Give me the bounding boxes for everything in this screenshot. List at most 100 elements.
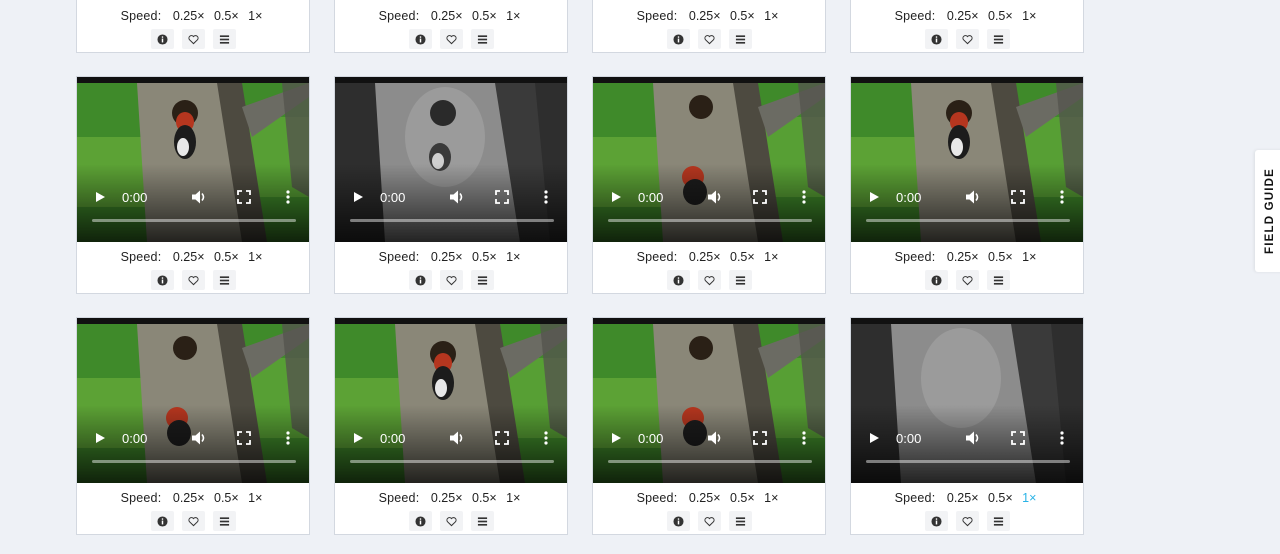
favorite-button[interactable] xyxy=(181,270,205,290)
field-guide-tab[interactable]: FIELD GUIDE xyxy=(1255,150,1280,272)
speed-option-1[interactable]: 1× xyxy=(1022,9,1036,23)
speed-option-0.5[interactable]: 0.5× xyxy=(730,9,755,23)
progress-bar[interactable] xyxy=(350,219,554,222)
speed-option-1[interactable]: 1× xyxy=(248,9,262,23)
info-button[interactable] xyxy=(408,270,432,290)
video-player[interactable]: 0:00 xyxy=(593,77,825,242)
volume-icon[interactable] xyxy=(965,189,981,205)
speed-option-0.5[interactable]: 0.5× xyxy=(214,250,239,264)
volume-icon[interactable] xyxy=(191,189,207,205)
more-options-icon[interactable] xyxy=(544,431,548,445)
speed-option-0.5[interactable]: 0.5× xyxy=(472,250,497,264)
speed-option-0.25[interactable]: 0.25× xyxy=(947,9,979,23)
favorite-button[interactable] xyxy=(439,511,463,531)
speed-option-1[interactable]: 1× xyxy=(506,491,520,505)
info-button[interactable] xyxy=(150,511,174,531)
speed-option-0.5[interactable]: 0.5× xyxy=(730,250,755,264)
favorite-button[interactable] xyxy=(697,511,721,531)
speed-option-1[interactable]: 1× xyxy=(764,250,778,264)
info-button[interactable] xyxy=(666,511,690,531)
volume-icon[interactable] xyxy=(449,189,465,205)
info-button[interactable] xyxy=(666,270,690,290)
play-icon[interactable] xyxy=(94,432,106,444)
speed-option-0.25[interactable]: 0.25× xyxy=(173,9,205,23)
fullscreen-icon[interactable] xyxy=(1011,190,1025,204)
speed-option-1[interactable]: 1× xyxy=(764,491,778,505)
speed-option-0.25[interactable]: 0.25× xyxy=(173,250,205,264)
fullscreen-icon[interactable] xyxy=(495,431,509,445)
speed-option-0.25[interactable]: 0.25× xyxy=(689,9,721,23)
speed-option-0.5[interactable]: 0.5× xyxy=(214,9,239,23)
favorite-button[interactable] xyxy=(439,270,463,290)
speed-option-1[interactable]: 1× xyxy=(1022,250,1036,264)
speed-option-0.5[interactable]: 0.5× xyxy=(730,491,755,505)
favorite-button[interactable] xyxy=(955,270,979,290)
more-options-icon[interactable] xyxy=(1060,431,1064,445)
fullscreen-icon[interactable] xyxy=(495,190,509,204)
fullscreen-icon[interactable] xyxy=(237,190,251,204)
progress-bar[interactable] xyxy=(866,460,1070,463)
info-button[interactable] xyxy=(150,29,174,49)
speed-option-1[interactable]: 1× xyxy=(1022,491,1036,505)
info-button[interactable] xyxy=(666,29,690,49)
favorite-button[interactable] xyxy=(955,511,979,531)
list-button[interactable] xyxy=(728,511,752,531)
list-button[interactable] xyxy=(212,270,236,290)
favorite-button[interactable] xyxy=(955,29,979,49)
progress-bar[interactable] xyxy=(92,219,296,222)
speed-option-1[interactable]: 1× xyxy=(506,9,520,23)
info-button[interactable] xyxy=(924,511,948,531)
speed-option-1[interactable]: 1× xyxy=(248,250,262,264)
video-player[interactable]: 0:00 xyxy=(77,77,309,242)
video-player[interactable]: 0:00 xyxy=(851,77,1083,242)
speed-option-0.25[interactable]: 0.25× xyxy=(689,250,721,264)
list-button[interactable] xyxy=(470,29,494,49)
speed-option-1[interactable]: 1× xyxy=(764,9,778,23)
progress-bar[interactable] xyxy=(350,460,554,463)
favorite-button[interactable] xyxy=(181,29,205,49)
play-icon[interactable] xyxy=(352,432,364,444)
speed-option-1[interactable]: 1× xyxy=(506,250,520,264)
fullscreen-icon[interactable] xyxy=(1011,431,1025,445)
favorite-button[interactable] xyxy=(439,29,463,49)
fullscreen-icon[interactable] xyxy=(237,431,251,445)
more-options-icon[interactable] xyxy=(286,190,290,204)
info-button[interactable] xyxy=(408,511,432,531)
favorite-button[interactable] xyxy=(697,29,721,49)
list-button[interactable] xyxy=(212,29,236,49)
list-button[interactable] xyxy=(728,270,752,290)
video-player[interactable]: 0:00 xyxy=(77,318,309,483)
list-button[interactable] xyxy=(986,270,1010,290)
play-icon[interactable] xyxy=(352,191,364,203)
speed-option-0.5[interactable]: 0.5× xyxy=(988,250,1013,264)
info-button[interactable] xyxy=(408,29,432,49)
volume-icon[interactable] xyxy=(707,430,723,446)
speed-option-0.25[interactable]: 0.25× xyxy=(431,491,463,505)
list-button[interactable] xyxy=(212,511,236,531)
progress-bar[interactable] xyxy=(92,460,296,463)
play-icon[interactable] xyxy=(868,191,880,203)
speed-option-1[interactable]: 1× xyxy=(248,491,262,505)
video-player[interactable]: 0:00 xyxy=(335,318,567,483)
play-icon[interactable] xyxy=(610,191,622,203)
fullscreen-icon[interactable] xyxy=(753,431,767,445)
info-button[interactable] xyxy=(150,270,174,290)
volume-icon[interactable] xyxy=(449,430,465,446)
info-button[interactable] xyxy=(924,270,948,290)
speed-option-0.5[interactable]: 0.5× xyxy=(472,9,497,23)
volume-icon[interactable] xyxy=(707,189,723,205)
favorite-button[interactable] xyxy=(697,270,721,290)
speed-option-0.25[interactable]: 0.25× xyxy=(947,491,979,505)
more-options-icon[interactable] xyxy=(802,190,806,204)
play-icon[interactable] xyxy=(868,432,880,444)
fullscreen-icon[interactable] xyxy=(753,190,767,204)
speed-option-0.5[interactable]: 0.5× xyxy=(214,491,239,505)
speed-option-0.25[interactable]: 0.25× xyxy=(431,9,463,23)
video-player[interactable]: 0:00 xyxy=(851,318,1083,483)
list-button[interactable] xyxy=(986,511,1010,531)
more-options-icon[interactable] xyxy=(544,190,548,204)
video-player[interactable]: 0:00 xyxy=(335,77,567,242)
play-icon[interactable] xyxy=(94,191,106,203)
volume-icon[interactable] xyxy=(965,430,981,446)
progress-bar[interactable] xyxy=(608,219,812,222)
